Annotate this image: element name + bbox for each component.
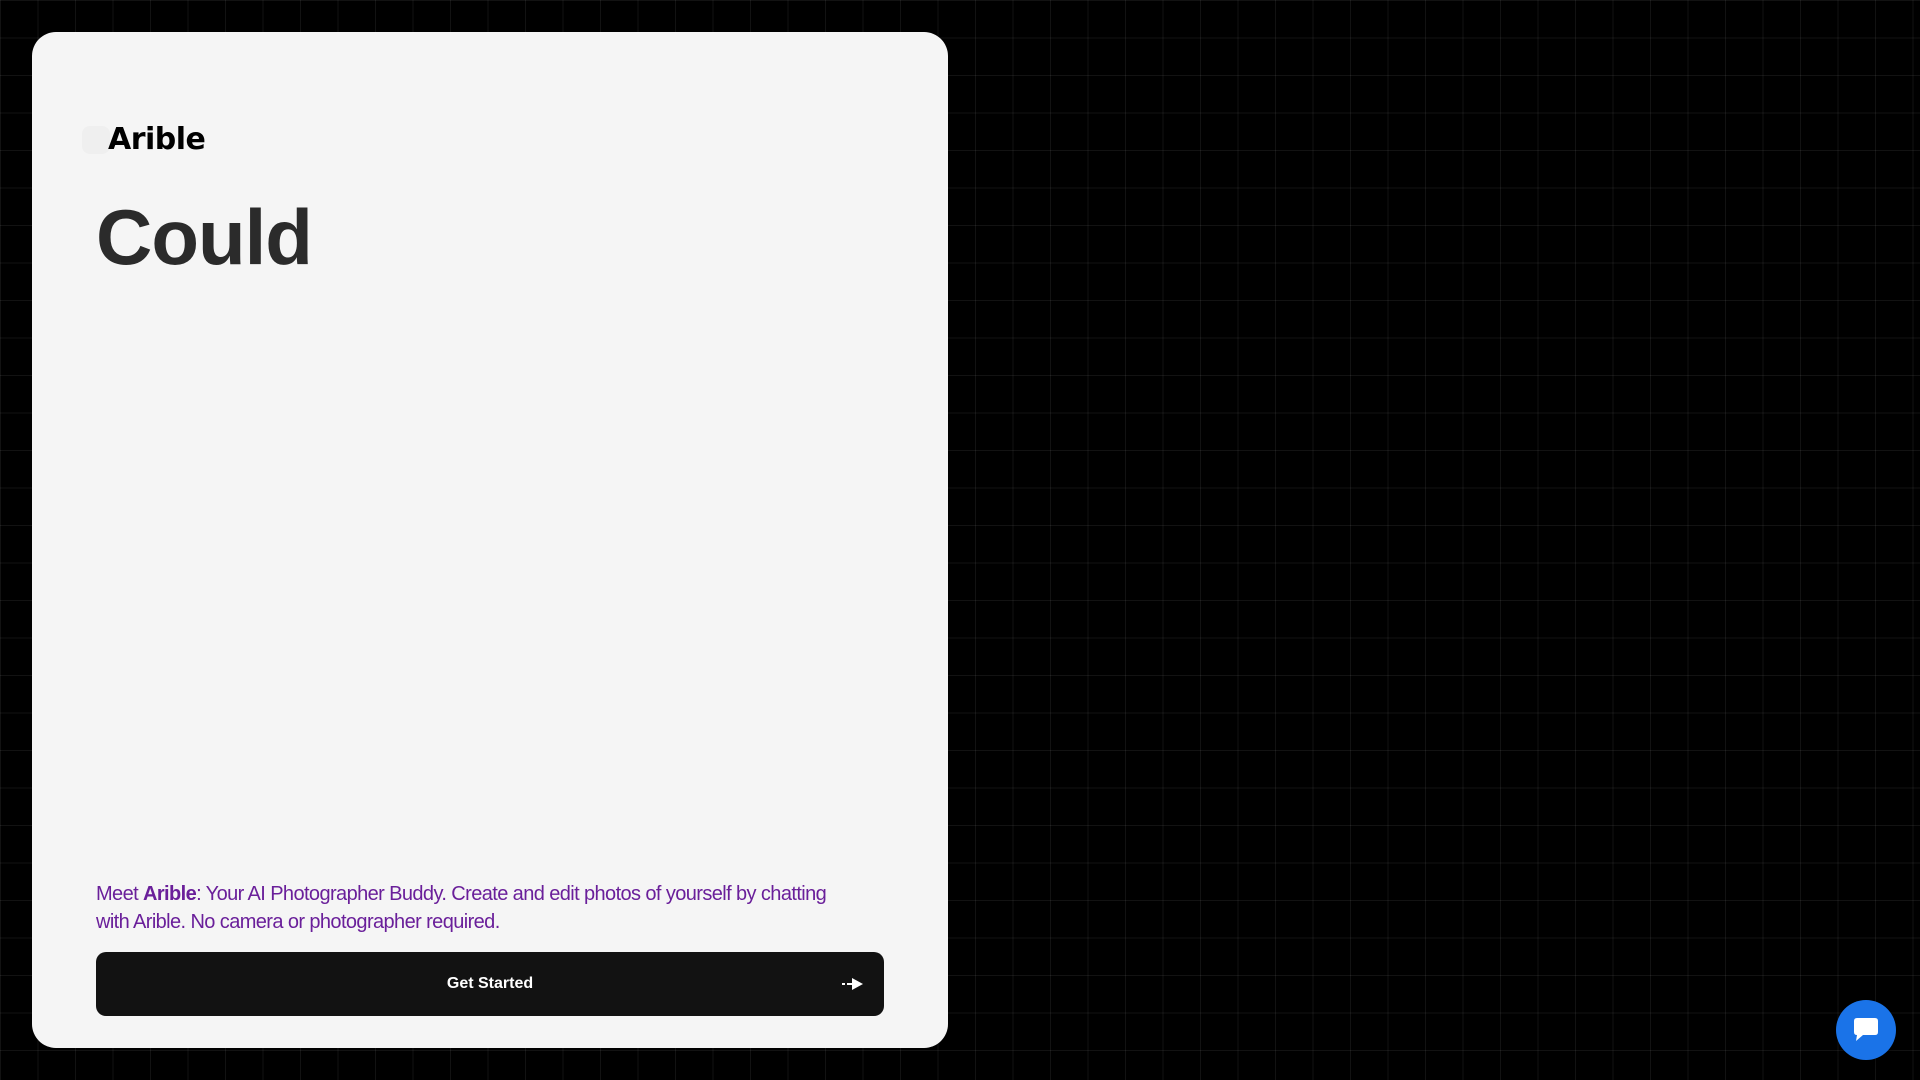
logo-text: Arible bbox=[108, 122, 206, 157]
logo-mark-icon bbox=[82, 125, 110, 154]
tagline-lead: Meet bbox=[96, 883, 144, 905]
chat-widget-button[interactable] bbox=[1836, 1000, 1896, 1060]
get-started-label: Get Started bbox=[446, 975, 534, 992]
arrow-right-icon bbox=[842, 978, 863, 990]
chat-bubble-icon bbox=[1854, 1018, 1878, 1041]
hero-headline: Could bbox=[96, 193, 313, 281]
get-started-button[interactable]: Get Started bbox=[96, 952, 884, 1016]
tagline: Meet Arible: Your AI Photographer Buddy.… bbox=[96, 880, 856, 936]
logo[interactable]: Arible bbox=[82, 122, 206, 157]
tagline-rest: : Your AI Photographer Buddy. Create and… bbox=[96, 883, 827, 933]
tagline-brand: Arible bbox=[143, 883, 197, 905]
hero-card: Arible Could Meet Arible: Your AI Photog… bbox=[32, 32, 948, 1048]
